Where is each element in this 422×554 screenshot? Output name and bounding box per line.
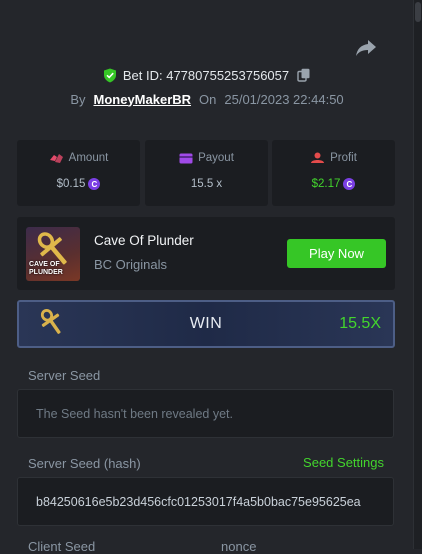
server-seed-hash-label: Server Seed (hash) xyxy=(28,456,141,471)
copy-icon[interactable] xyxy=(297,68,311,82)
bet-datetime: 25/01/2023 22:44:50 xyxy=(224,91,344,107)
amount-value: $0.15 xyxy=(56,178,86,190)
payout-value: 15.5 x xyxy=(190,178,223,190)
nonce-label: nonce xyxy=(221,539,257,554)
stat-profit: Profit $2.17 C xyxy=(272,140,395,206)
server-seed-hash-field[interactable]: b84250616e5b23d456cfc01253017f4a5b0bac75… xyxy=(17,477,394,526)
game-thumbnail[interactable]: CAVE OF PLUNDER xyxy=(26,227,80,281)
scrollbar[interactable] xyxy=(414,0,422,549)
server-seed-label: Server Seed xyxy=(28,368,101,383)
by-label: By xyxy=(70,91,86,107)
result-multiplier: 15.5X xyxy=(339,315,381,332)
result-label: WIN xyxy=(189,315,223,332)
seed-settings-link[interactable]: Seed Settings xyxy=(303,455,384,470)
game-name: Cave Of Plunder xyxy=(94,233,194,248)
shield-check-icon xyxy=(103,68,116,82)
bet-id: Bet ID: 47780755253756057 xyxy=(122,67,290,83)
server-seed-field[interactable]: The Seed hasn't been revealed yet. xyxy=(17,389,394,438)
coin-icon: C xyxy=(343,178,356,190)
game-card: CAVE OF PLUNDER Cave Of Plunder BC Origi… xyxy=(17,217,395,290)
profit-label: Profit xyxy=(330,152,357,164)
share-icon[interactable] xyxy=(355,38,377,58)
stat-amount: Amount $0.15 C xyxy=(17,140,140,206)
game-provider: BC Originals xyxy=(94,257,167,272)
server-seed-value: The Seed hasn't been revealed yet. xyxy=(36,407,233,421)
play-now-button[interactable]: Play Now xyxy=(287,239,386,268)
win-result-banner: WIN 15.5X xyxy=(17,300,395,348)
on-label: On xyxy=(199,91,217,107)
coin-icon: C xyxy=(88,178,101,190)
server-seed-hash-value: b84250616e5b23d456cfc01253017f4a5b0bac75… xyxy=(36,495,361,509)
scrollbar-thumb[interactable] xyxy=(415,2,421,22)
username-link[interactable]: MoneyMakerBR xyxy=(94,92,192,107)
payout-icon xyxy=(179,153,193,163)
payout-label: Payout xyxy=(198,152,234,164)
bet-meta-row: By MoneyMakerBR On 25/01/2023 22:44:50 xyxy=(0,90,414,108)
bet-id-row: Bet ID: 47780755253756057 xyxy=(0,66,414,84)
profit-icon xyxy=(311,152,325,163)
amount-label: Amount xyxy=(68,152,109,164)
amount-icon xyxy=(49,154,63,163)
profit-value: $2.17 xyxy=(311,178,341,190)
game-thumbnail-title: CAVE OF PLUNDER xyxy=(29,261,63,276)
client-seed-label: Client Seed xyxy=(28,539,96,554)
stat-payout: Payout 15.5 x xyxy=(145,140,268,206)
